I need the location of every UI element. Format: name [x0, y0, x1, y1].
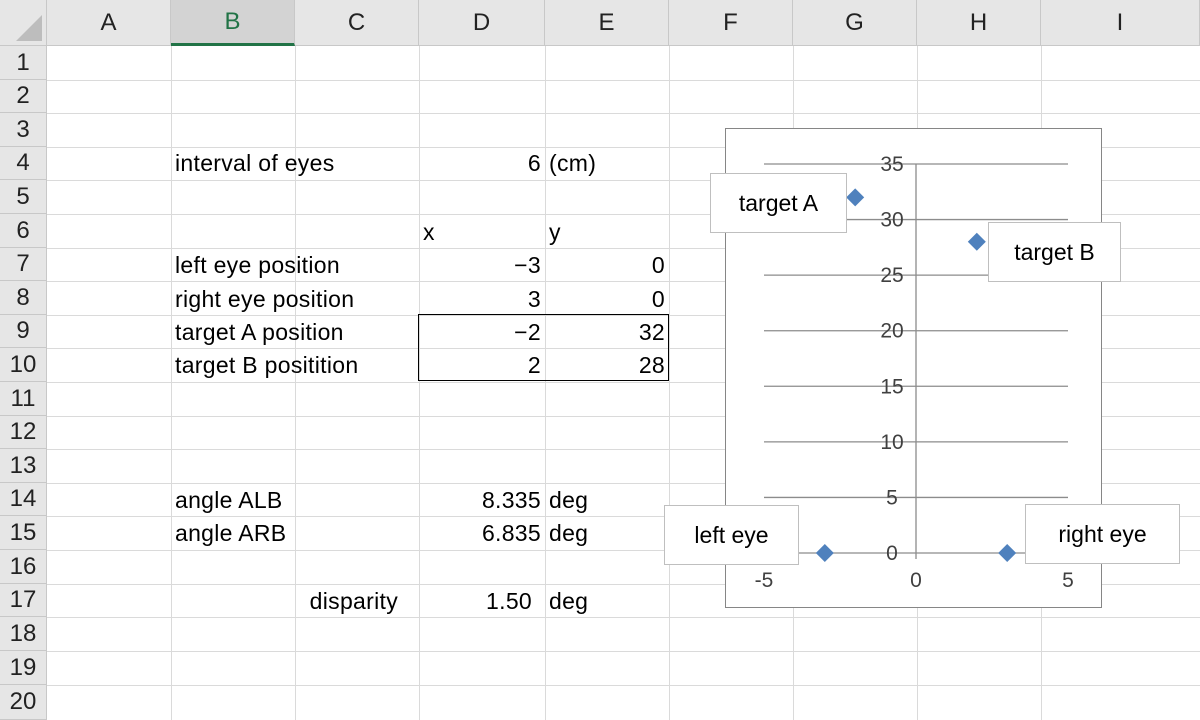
gridline	[47, 80, 1200, 81]
cell-d7[interactable]: −3	[419, 249, 541, 282]
row-header-7[interactable]: 7	[0, 248, 47, 281]
cell-e8[interactable]: 0	[545, 283, 665, 316]
spreadsheet: A B C D E F G H I 1 2 3 4 5 6 7 8 9 10 1…	[0, 0, 1200, 720]
row-header-14[interactable]: 14	[0, 483, 47, 516]
row-header-8[interactable]: 8	[0, 281, 47, 315]
cell-e15[interactable]: deg	[549, 517, 588, 550]
row-header-13[interactable]: 13	[0, 449, 47, 483]
x-tick-label: 5	[1062, 569, 1074, 592]
row-header-15[interactable]: 15	[0, 516, 47, 550]
data-point-marker	[967, 232, 986, 251]
column-header-b[interactable]: B	[171, 0, 295, 46]
x-tick-label: 0	[910, 569, 922, 592]
cell-b7[interactable]: left eye position	[175, 249, 340, 282]
row-header-6[interactable]: 6	[0, 214, 47, 248]
data-label[interactable]: left eye	[664, 505, 799, 565]
row-header-19[interactable]: 19	[0, 651, 47, 685]
gridline	[47, 651, 1200, 652]
column-header-a[interactable]: A	[47, 0, 171, 46]
data-label[interactable]: target A	[710, 173, 847, 233]
y-tick-label: 10	[880, 431, 903, 454]
selected-range-border	[418, 314, 669, 381]
row-header-4[interactable]: 4	[0, 147, 47, 180]
cell-e7[interactable]: 0	[545, 249, 665, 282]
column-header-c[interactable]: C	[295, 0, 419, 46]
row-header-3[interactable]: 3	[0, 113, 47, 147]
column-header-h[interactable]: H	[917, 0, 1041, 46]
data-point-marker	[846, 188, 865, 207]
cell-d4[interactable]: 6	[419, 147, 541, 180]
data-label[interactable]: target B	[988, 222, 1121, 282]
y-tick-label: 5	[886, 486, 898, 509]
y-tick-label: 15	[880, 375, 903, 398]
cell-b10[interactable]: target B positition	[175, 349, 358, 382]
column-header-f[interactable]: F	[669, 0, 793, 46]
select-all-corner[interactable]	[0, 0, 47, 46]
y-tick-label: 25	[880, 264, 903, 287]
cell-b14[interactable]: angle ALB	[175, 484, 283, 517]
cell-e4[interactable]: (cm)	[549, 147, 596, 180]
y-tick-label: 30	[880, 209, 903, 232]
data-label[interactable]: right eye	[1025, 504, 1180, 564]
cell-e17[interactable]: deg	[549, 585, 588, 618]
cell-d15[interactable]: 6.835	[419, 517, 541, 550]
row-header-17[interactable]: 17	[0, 584, 47, 617]
gridline	[47, 617, 1200, 618]
gridline	[47, 685, 1200, 686]
cell-b8[interactable]: right eye position	[175, 283, 354, 316]
x-tick-label: -5	[755, 569, 774, 592]
row-header-9[interactable]: 9	[0, 315, 47, 348]
row-header-20[interactable]: 20	[0, 685, 47, 720]
cell-b9[interactable]: target A position	[175, 316, 344, 349]
cell-e14[interactable]: deg	[549, 484, 588, 517]
data-point-marker	[815, 544, 834, 562]
row-header-2[interactable]: 2	[0, 80, 47, 113]
row-header-12[interactable]: 12	[0, 416, 47, 449]
cell-b4[interactable]: interval of eyes	[175, 147, 335, 180]
column-header-d[interactable]: D	[419, 0, 545, 46]
cell-d17[interactable]: 1.50	[419, 585, 532, 618]
cell-d6[interactable]: x	[423, 216, 435, 249]
cell-b15[interactable]: angle ARB	[175, 517, 286, 550]
column-header-g[interactable]: G	[793, 0, 917, 46]
row-header-11[interactable]: 11	[0, 382, 47, 416]
column-header-i[interactable]: I	[1041, 0, 1200, 46]
row-header-1[interactable]: 1	[0, 46, 47, 80]
y-tick-label: 20	[880, 320, 903, 343]
data-point-marker	[998, 544, 1017, 562]
row-header-10[interactable]: 10	[0, 348, 47, 382]
row-header-18[interactable]: 18	[0, 617, 47, 651]
cell-d14[interactable]: 8.335	[419, 484, 541, 517]
y-tick-label: 0	[886, 542, 898, 565]
cell-d8[interactable]: 3	[419, 283, 541, 316]
row-header-16[interactable]: 16	[0, 550, 47, 584]
cell-e6[interactable]: y	[549, 216, 561, 249]
y-tick-label: 35	[880, 153, 903, 176]
cell-c17[interactable]: disparity	[295, 585, 398, 618]
row-header-5[interactable]: 5	[0, 180, 47, 214]
column-header-e[interactable]: E	[545, 0, 669, 46]
gridline	[47, 113, 1200, 114]
